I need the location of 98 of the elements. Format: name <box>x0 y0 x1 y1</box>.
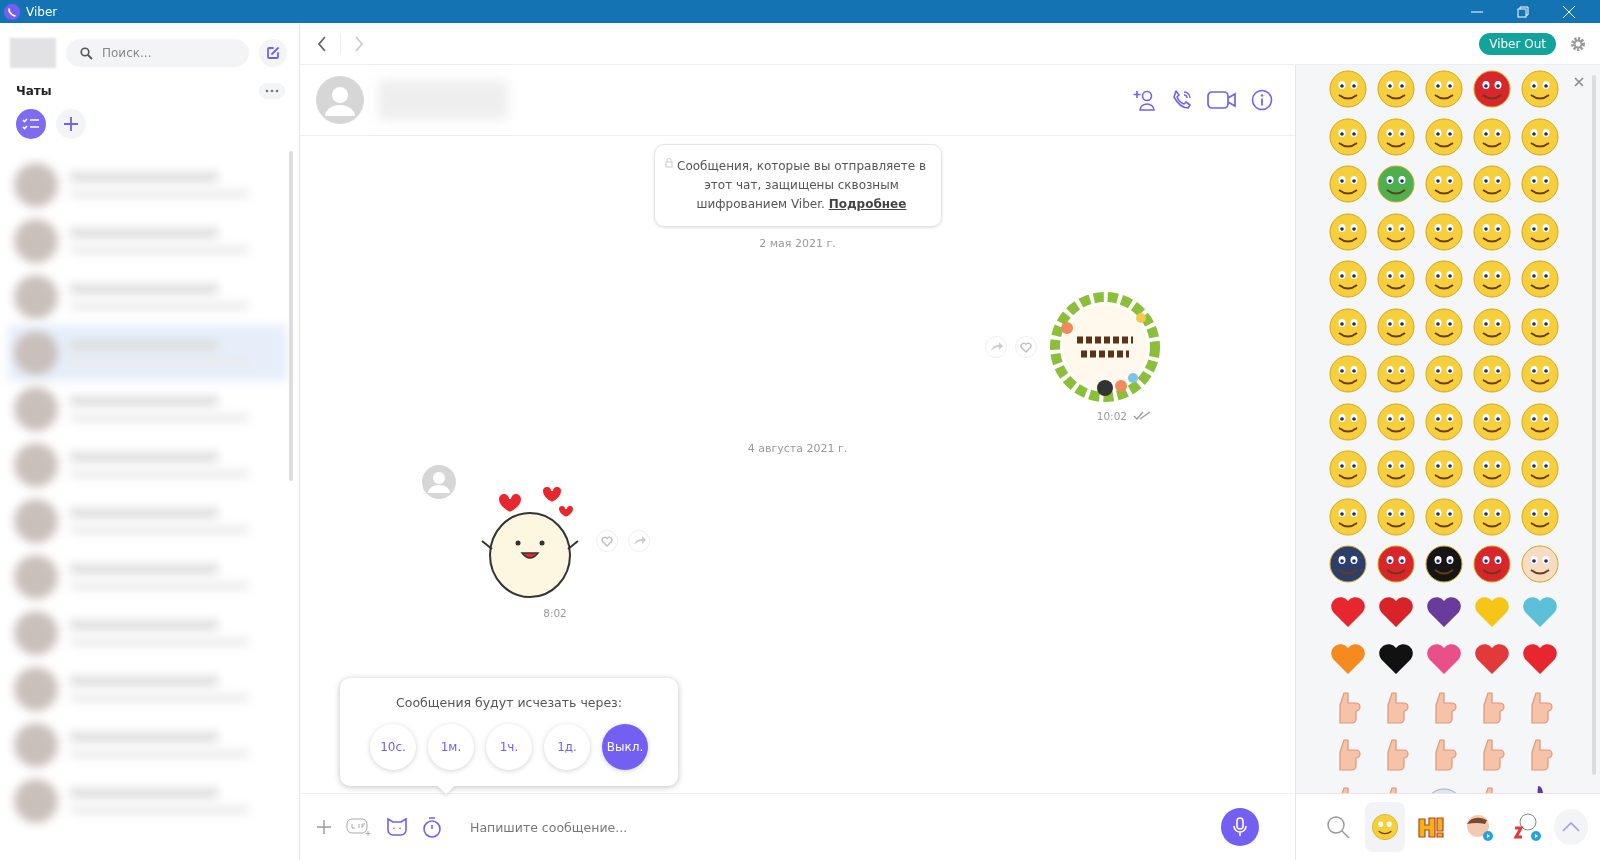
emoji-face-icon[interactable] <box>1520 354 1560 394</box>
timer-icon[interactable] <box>422 816 442 838</box>
emoji-face-icon[interactable] <box>1520 116 1560 157</box>
encryption-notice-text: Сообщения, которые вы отправляете в этот чат, защищены сквозным шифрованием Viber. Подробнее <box>676 158 927 213</box>
add-contact-icon[interactable] <box>1133 89 1157 111</box>
emoji-face-icon[interactable] <box>1520 211 1560 252</box>
emoji-face-icon[interactable] <box>1472 259 1512 299</box>
emoji-face-icon[interactable] <box>1376 259 1416 299</box>
message-time: 10:02 <box>1096 410 1127 422</box>
timer-option[interactable]: 1м. <box>428 724 474 770</box>
emoji-face-icon[interactable] <box>1424 211 1464 252</box>
phone-icon[interactable] <box>1171 89 1193 111</box>
emoji-face-icon[interactable] <box>1376 211 1416 252</box>
emoji-face-icon[interactable] <box>1424 259 1464 299</box>
date-divider: 2 мая 2021 г. <box>759 237 836 250</box>
search-field[interactable]: Поиск... <box>66 39 249 67</box>
emoji-face-icon[interactable] <box>1424 496 1464 537</box>
emoji-face-icon[interactable] <box>1472 449 1512 489</box>
emoji-face-icon[interactable] <box>1472 544 1512 584</box>
emoji-face-icon[interactable] <box>1424 354 1464 394</box>
emoji-face-icon[interactable] <box>1520 164 1560 204</box>
emoji-face-icon[interactable] <box>1424 116 1464 157</box>
sender-avatar-icon <box>422 465 456 499</box>
ellipsis-icon <box>265 89 279 93</box>
emoji-face-icon[interactable] <box>1520 259 1560 299</box>
emoji-face-icon[interactable] <box>1472 354 1512 394</box>
back-icon[interactable] <box>316 34 328 53</box>
video-call-icon[interactable] <box>1207 90 1237 110</box>
checklist-icon <box>22 117 40 131</box>
emoji-face-icon[interactable] <box>1328 69 1368 109</box>
emoji-face-icon[interactable] <box>1520 306 1560 347</box>
timer-option[interactable]: Выкл. <box>602 724 648 770</box>
emoji-face-icon[interactable] <box>1520 496 1560 537</box>
microphone-button[interactable] <box>1221 808 1259 846</box>
message-time: 8:02 <box>543 607 567 619</box>
emoji-face-icon[interactable] <box>1376 544 1416 584</box>
emoji-face-icon[interactable] <box>1328 259 1368 299</box>
timer-option[interactable]: 1д. <box>544 724 590 770</box>
emoji-face-icon[interactable] <box>1472 306 1512 347</box>
add-filter-button[interactable] <box>56 109 86 139</box>
timer-option[interactable]: 1ч. <box>486 724 532 770</box>
emoji-face-icon[interactable] <box>1472 211 1512 252</box>
chevron-up-icon <box>1561 821 1582 833</box>
emoji-face-icon[interactable] <box>1472 164 1512 204</box>
emoji-face-icon[interactable] <box>1472 116 1512 157</box>
learn-more-link[interactable]: Подробнее <box>828 197 907 211</box>
microphone-icon <box>1233 817 1247 837</box>
emoji-face-icon[interactable] <box>1328 544 1368 584</box>
emoji-face-icon[interactable] <box>1520 69 1560 109</box>
settings-icon[interactable] <box>1570 35 1586 52</box>
emoji-face-icon[interactable] <box>1376 496 1416 537</box>
info-icon[interactable] <box>1251 89 1273 111</box>
emoji-face-icon[interactable] <box>1424 401 1464 442</box>
more-button[interactable] <box>259 83 285 99</box>
emoji-face-icon[interactable] <box>1376 164 1416 204</box>
emoji-face-icon[interactable] <box>1328 116 1368 157</box>
emoji-face-icon[interactable] <box>1424 164 1464 204</box>
emoji-face-icon[interactable] <box>1520 401 1560 442</box>
emoji-face-icon[interactable] <box>1328 164 1368 204</box>
emoji-face-icon[interactable] <box>1328 449 1368 489</box>
viber-out-button[interactable]: Viber Out <box>1479 32 1556 55</box>
emoji-face-icon[interactable] <box>1328 306 1368 347</box>
emoji-face-icon[interactable] <box>1424 306 1464 347</box>
window-title: Viber <box>26 4 58 19</box>
character-sticker-icon <box>1464 812 1495 842</box>
date-divider: 4 августа 2021 г. <box>747 442 848 455</box>
emoji-face-icon[interactable] <box>1328 401 1368 442</box>
chat-filter-button[interactable] <box>16 109 46 139</box>
emoji-face-icon[interactable] <box>1472 69 1512 109</box>
emoji-face-icon[interactable] <box>1328 354 1368 394</box>
emoji-face-icon[interactable] <box>1472 496 1512 537</box>
popup-title: Сообщения будут исчезать через: <box>396 695 622 710</box>
emoji-face-icon[interactable] <box>1376 449 1416 489</box>
lock-icon <box>664 158 673 168</box>
emoji-face-icon[interactable] <box>1376 116 1416 157</box>
emoji-face-icon[interactable] <box>1520 449 1560 489</box>
plus-icon <box>63 116 79 132</box>
search-icon <box>1324 814 1351 840</box>
close-icon[interactable] <box>1574 77 1584 87</box>
emoji-face-icon[interactable] <box>1376 306 1416 347</box>
compose-button[interactable] <box>259 39 287 67</box>
viber-logo-icon <box>3 2 21 21</box>
sticker-cat-icon[interactable] <box>386 817 408 837</box>
smiley-icon <box>1370 813 1399 841</box>
emoji-face-icon[interactable] <box>1472 401 1512 442</box>
emoji-face-icon[interactable] <box>1520 544 1560 584</box>
emoji-face-icon[interactable] <box>1328 496 1368 537</box>
emoji-face-icon[interactable] <box>1424 69 1464 109</box>
timer-option[interactable]: 10с. <box>370 724 416 770</box>
emoji-face-icon[interactable] <box>1424 449 1464 489</box>
emoji-face-icon[interactable] <box>1424 544 1464 584</box>
compose-icon <box>265 45 281 61</box>
restore-icon[interactable] <box>1516 4 1530 19</box>
emoji-face-icon[interactable] <box>1376 354 1416 394</box>
emoji-face-icon[interactable] <box>1328 211 1368 252</box>
emoji-face-icon[interactable] <box>1376 401 1416 442</box>
section-title: Чаты <box>16 84 52 98</box>
emoji-face-icon[interactable] <box>1376 69 1416 109</box>
